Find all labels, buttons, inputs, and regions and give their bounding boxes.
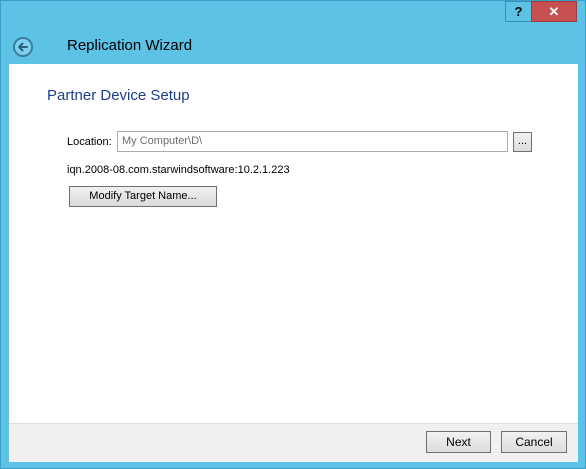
replication-wizard-window: ? ✕ Replication Wizard Partner Device Se… <box>0 0 586 469</box>
location-label: Location: <box>67 136 112 148</box>
help-button[interactable]: ? <box>505 1 531 22</box>
close-button[interactable]: ✕ <box>531 1 577 22</box>
section-title: Partner Device Setup <box>47 87 190 104</box>
cancel-button[interactable]: Cancel <box>501 431 567 453</box>
location-input[interactable]: My Computer\D\ <box>117 131 508 152</box>
back-arrow-icon <box>18 42 28 52</box>
browse-button[interactable]: ... <box>513 132 532 152</box>
next-button[interactable]: Next <box>426 431 491 453</box>
target-iqn-text: iqn.2008-08.com.starwindsoftware:10.2.1.… <box>67 164 290 176</box>
wizard-content: Partner Device Setup Location: My Comput… <box>9 64 578 423</box>
back-button[interactable] <box>13 37 33 57</box>
wizard-footer: Next Cancel <box>9 423 578 462</box>
modify-target-name-button[interactable]: Modify Target Name... <box>69 186 217 207</box>
wizard-title: Replication Wizard <box>67 37 193 54</box>
